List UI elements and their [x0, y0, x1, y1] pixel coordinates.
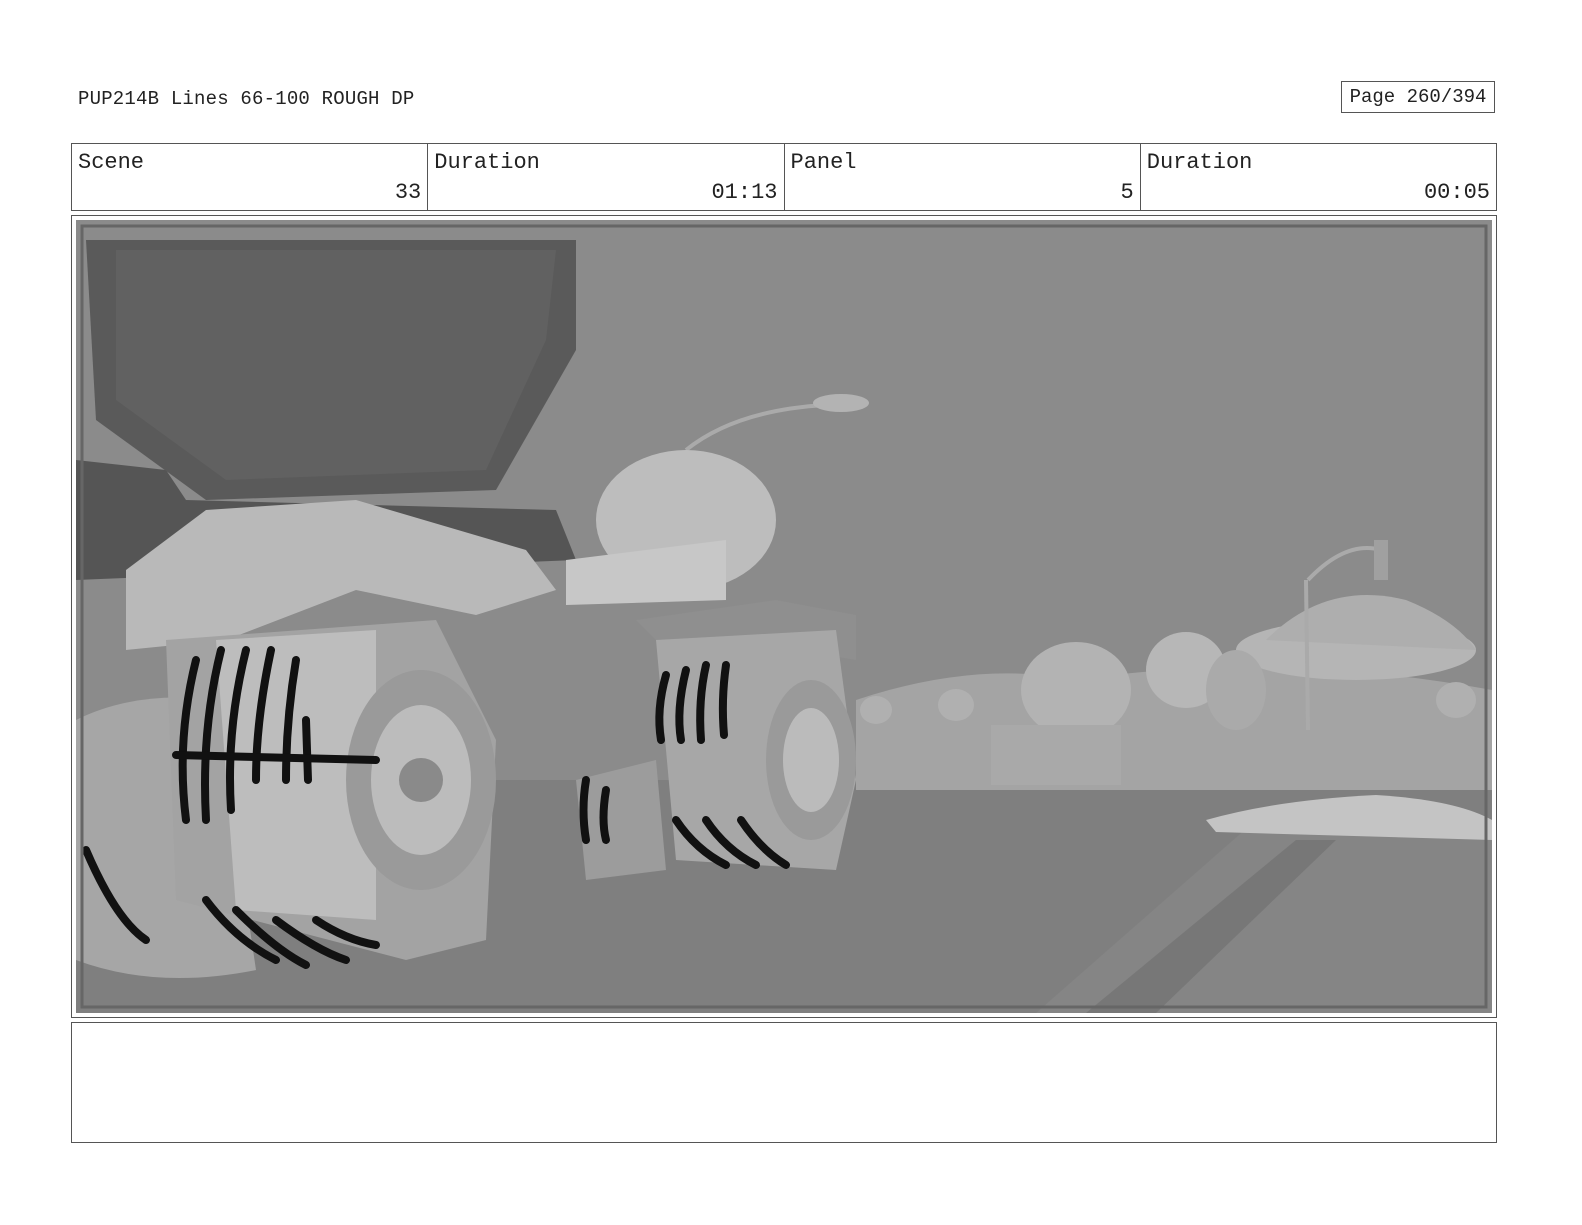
scene-info-row: Scene 33 Duration 01:13 Panel 5 Duration…	[71, 143, 1497, 211]
panel-cell: Panel 5	[785, 144, 1141, 210]
panel-duration-label: Duration	[1146, 150, 1253, 175]
scene-cell: Scene 33	[72, 144, 429, 210]
storyboard-panel-image	[76, 220, 1492, 1013]
scene-duration-value: 01:13	[711, 180, 778, 205]
scene-duration-cell: Duration 01:13	[428, 144, 785, 210]
panel-notes-box	[71, 1022, 1497, 1143]
truck-wheels-scene-icon	[76, 220, 1492, 1013]
scene-duration-label: Duration	[434, 150, 540, 175]
panel-duration-value: 00:05	[1423, 180, 1490, 205]
document-title: PUP214B Lines 66-100 ROUGH DP	[78, 88, 415, 110]
storyboard-frame	[71, 215, 1497, 1018]
page-number-badge: Page 260/394	[1341, 81, 1495, 113]
scene-label: Scene	[78, 150, 145, 175]
panel-duration-cell: Duration 00:05	[1141, 144, 1496, 210]
scene-value: 33	[394, 180, 422, 205]
panel-value: 5	[1120, 180, 1134, 205]
panel-label: Panel	[790, 150, 857, 175]
